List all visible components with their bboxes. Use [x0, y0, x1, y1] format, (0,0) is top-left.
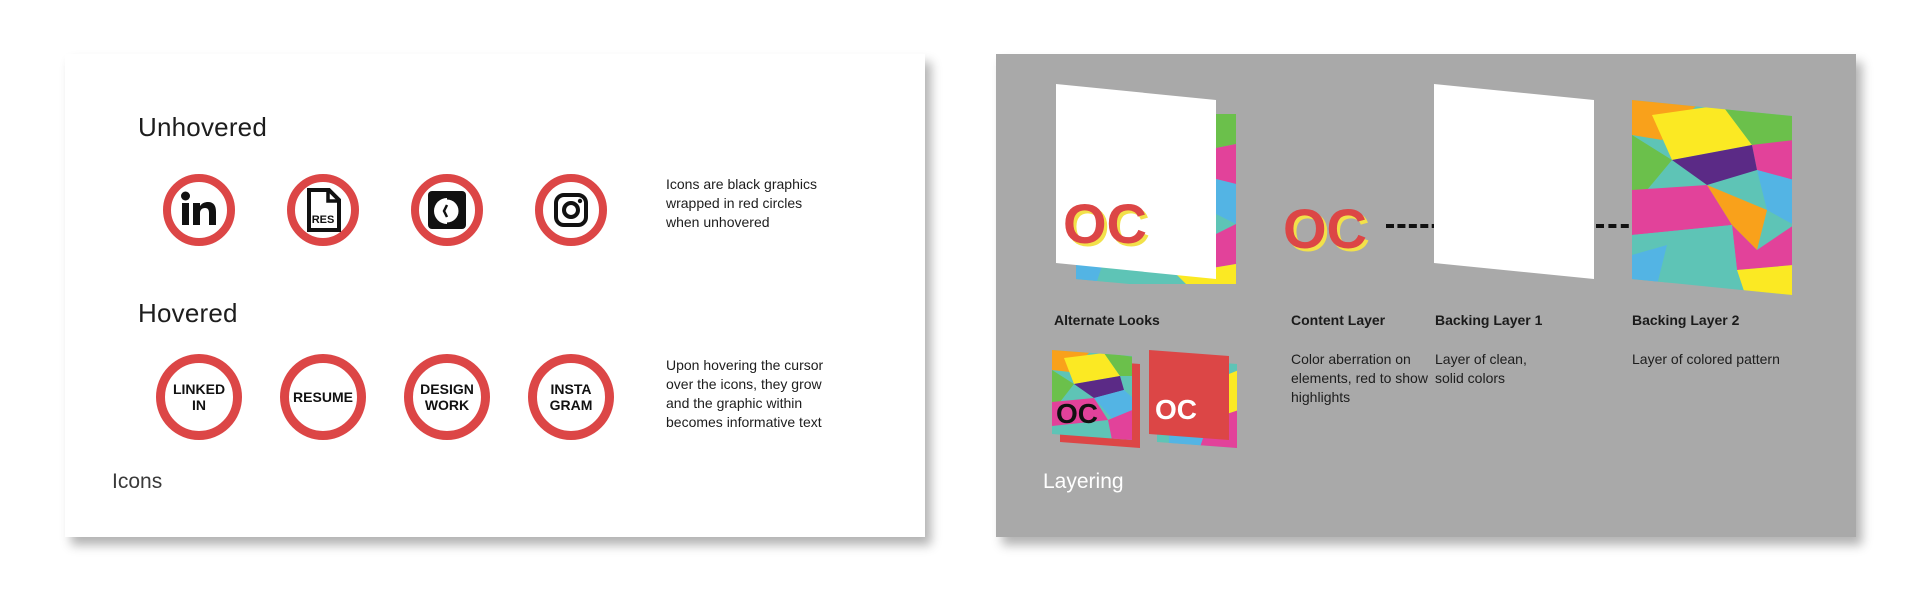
layering-card-title: Layering	[1043, 470, 1124, 493]
layering-card: OC OC OC OC Alternate Looks Content Laye…	[996, 54, 1856, 537]
thumb-logo-light: OC	[1155, 394, 1197, 425]
design-work-icon[interactable]	[411, 174, 483, 246]
icons-card: Unhovered RES Icons are black graphics w…	[65, 54, 925, 537]
resume-file-icon[interactable]: RES	[287, 174, 359, 246]
design-work-hover-label: DESIGN WORK	[420, 381, 474, 413]
design-work-hover-button[interactable]: DESIGN WORK	[404, 354, 490, 440]
icons-card-title: Icons	[112, 470, 163, 493]
alt-logo: OC	[1063, 192, 1147, 255]
backing-layer-2-label: Backing Layer 2	[1632, 312, 1740, 328]
content-layer-label: Content Layer	[1291, 312, 1386, 328]
backing-layer-2-desc: Layer of colored pattern	[1632, 351, 1780, 367]
instagram-hover-button[interactable]: INSTA GRAM	[528, 354, 614, 440]
content-layer-desc: Color aberration on elements, red to sho…	[1291, 351, 1428, 405]
resume-hover-button[interactable]: RESUME	[280, 354, 366, 440]
backing-layer-2-pattern	[1632, 100, 1792, 295]
resume-icon-text: RES	[312, 214, 335, 226]
alternate-look-pattern-thumb: OC	[1052, 350, 1140, 448]
backing-layer-1-panel	[1434, 84, 1594, 279]
unhovered-note: Icons are black graphics wrapped in red …	[666, 176, 817, 230]
content-logo: OC	[1283, 199, 1367, 259]
instagram-icon[interactable]	[535, 174, 607, 246]
alternate-looks-label: Alternate Looks	[1054, 312, 1160, 328]
linkedin-icon[interactable]	[163, 174, 235, 246]
resume-hover-label: RESUME	[293, 389, 353, 405]
alternate-look-red-thumb: OC	[1149, 350, 1237, 448]
linkedin-hover-label: LINKED IN	[172, 381, 226, 413]
unhovered-heading: Unhovered	[138, 112, 267, 142]
backing-layer-1-label: Backing Layer 1	[1435, 312, 1543, 328]
linkedin-hover-button[interactable]: LINKED IN	[156, 354, 242, 440]
thumb-logo-dark: OC	[1056, 398, 1098, 429]
backing-layer-1-desc: Layer of clean, solid colors	[1435, 351, 1527, 386]
content-layer-logo: OC OC	[1283, 199, 1370, 259]
instagram-hover-label: INSTA GRAM	[549, 381, 593, 413]
hovered-note: Upon hovering the cursor over the icons,…	[666, 357, 824, 430]
alternate-look-main: OC OC	[1056, 84, 1236, 284]
hovered-heading: Hovered	[138, 298, 238, 328]
